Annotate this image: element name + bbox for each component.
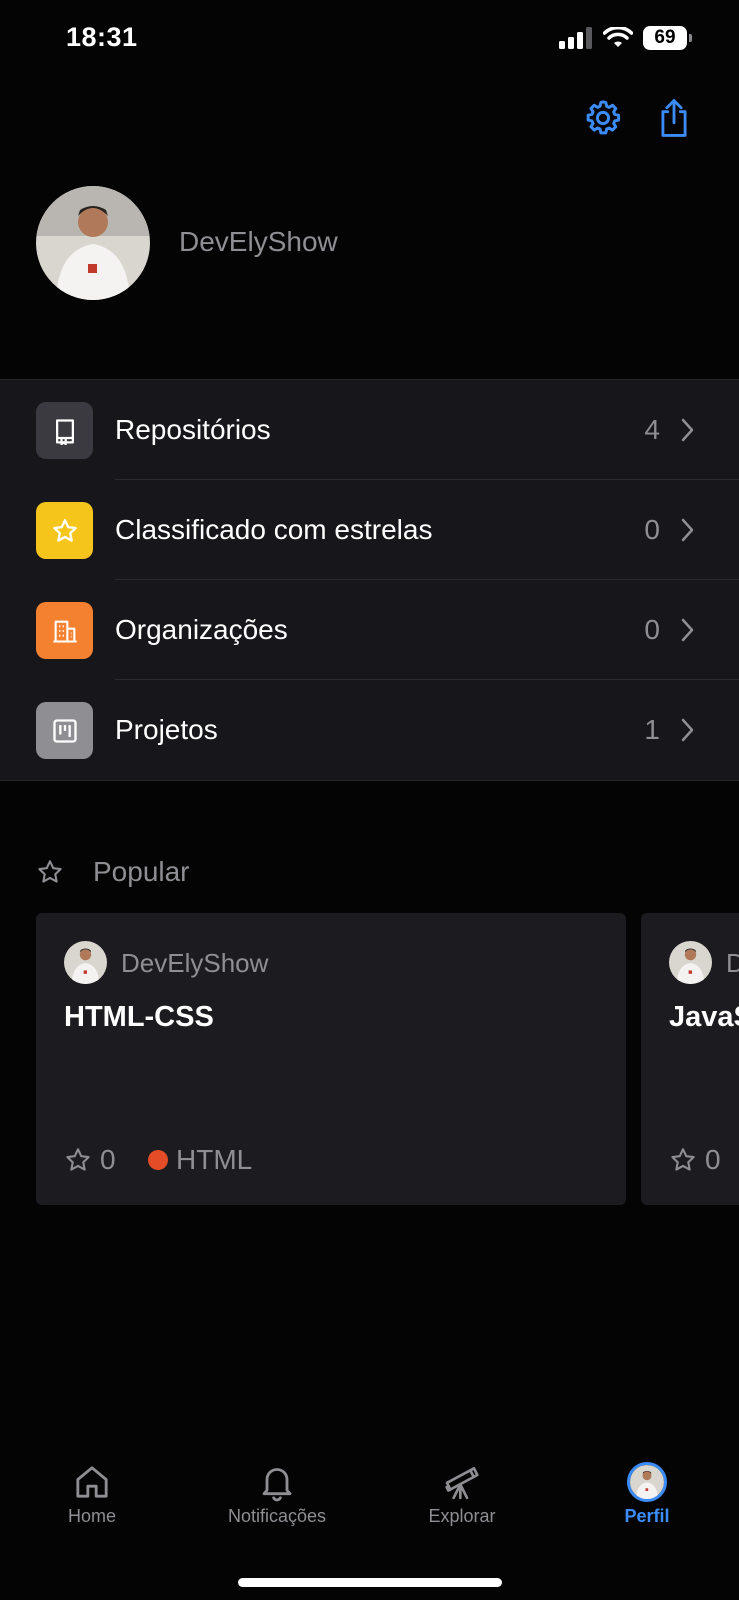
avatar — [627, 1462, 667, 1502]
settings-button[interactable] — [580, 95, 626, 141]
star-outline-icon — [671, 1148, 695, 1171]
owner-avatar — [64, 941, 107, 984]
menu-item-label: Organizações — [115, 614, 288, 645]
repo-stars: 0 — [64, 1144, 116, 1176]
profile-avatar[interactable] — [36, 186, 150, 300]
profile-menu-list: Repositórios 4 Classificado com estrelas… — [0, 379, 739, 781]
signal-icon — [559, 27, 592, 49]
owner-avatar — [669, 941, 712, 984]
repo-language: HTML — [148, 1144, 252, 1176]
tab-profile[interactable]: Perfil — [577, 1462, 717, 1527]
menu-item-starred[interactable]: Classificado com estrelas 0 — [0, 480, 739, 580]
telescope-icon — [445, 1467, 479, 1500]
repo-star-count: 0 — [705, 1144, 721, 1175]
repo-owner: DevElyShow — [121, 948, 269, 978]
share-icon — [661, 99, 687, 137]
tab-label: Home — [67, 1506, 116, 1526]
chevron-right-icon — [681, 718, 694, 742]
repo-name: HTML-CSS — [64, 1001, 214, 1033]
chevron-right-icon — [681, 618, 694, 642]
menu-item-count: 0 — [644, 614, 660, 645]
home-icon — [76, 1466, 108, 1498]
menu-item-repositories[interactable]: Repositórios 4 — [0, 380, 739, 480]
repo-star-count: 0 — [100, 1144, 116, 1175]
star-icon — [36, 502, 93, 559]
status-indicators: 69 — [559, 26, 692, 50]
wifi-icon — [603, 27, 633, 47]
repo-icon — [36, 402, 93, 459]
battery-indicator: 69 — [643, 26, 692, 50]
tab-label: Notificações — [227, 1506, 327, 1526]
menu-item-count: 4 — [644, 414, 660, 445]
chevron-right-icon — [681, 418, 694, 442]
gear-icon — [586, 100, 621, 135]
share-button[interactable] — [651, 95, 697, 141]
tab-notifications[interactable]: Notificações — [207, 1462, 347, 1527]
repo-language-name: HTML — [176, 1144, 253, 1175]
menu-item-count: 1 — [644, 714, 660, 745]
repo-name: JavaScript — [669, 1001, 739, 1033]
menu-item-label: Projetos — [115, 714, 218, 745]
popular-section-title: Popular — [93, 856, 190, 887]
status-time: 18:31 — [66, 22, 138, 52]
repo-stars: 0 — [669, 1144, 721, 1176]
chevron-right-icon — [681, 518, 694, 542]
menu-item-count: 0 — [644, 514, 660, 545]
language-color-dot — [148, 1150, 168, 1170]
star-outline-icon — [38, 860, 62, 883]
bell-icon — [262, 1468, 292, 1502]
menu-item-projects[interactable]: Projetos 1 — [0, 680, 739, 780]
menu-item-label: Classificado com estrelas — [115, 514, 433, 545]
popular-repo-card[interactable]: DevElyShow JavaScript 0 — [641, 913, 739, 1205]
tab-home[interactable]: Home — [22, 1462, 162, 1527]
home-indicator — [238, 1578, 502, 1587]
tab-label: Perfil — [624, 1506, 670, 1526]
profile-username: DevElyShow — [179, 226, 338, 257]
menu-item-label: Repositórios — [115, 414, 271, 445]
project-icon — [36, 702, 93, 759]
popular-repo-card[interactable]: DevElyShow HTML-CSS 0 HTML — [36, 913, 626, 1205]
organization-icon — [36, 602, 93, 659]
tab-label: Explorar — [428, 1506, 496, 1526]
star-outline-icon — [66, 1148, 90, 1171]
menu-item-organizations[interactable]: Organizações 0 — [0, 580, 739, 680]
tab-explore[interactable]: Explorar — [392, 1462, 532, 1527]
repo-owner: DevElyShow — [726, 948, 739, 978]
